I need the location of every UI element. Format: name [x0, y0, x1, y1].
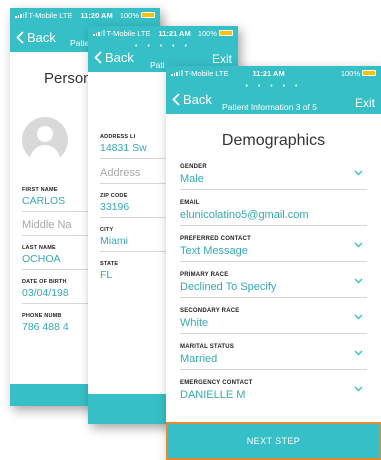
field-value: Married [180, 353, 218, 365]
signal-bars-icon [15, 12, 27, 18]
battery-status: 100% [198, 29, 233, 38]
battery-icon [362, 70, 376, 76]
section-title: Demographics [221, 132, 326, 149]
nav-title: Pati [150, 60, 165, 70]
carrier-name: T-Mobile [106, 28, 136, 38]
demographics-form: GENDER Male EMAIL elunicolatino5@gmail.com P… [166, 162, 381, 406]
back-label: Back [183, 92, 212, 107]
back-button[interactable]: Back [172, 92, 212, 107]
field-label: GENDER [180, 164, 207, 170]
gender-field[interactable]: GENDER Male [180, 162, 367, 190]
email-field[interactable]: EMAIL elunicolatino5@gmail.com [180, 198, 367, 226]
battery-icon [219, 30, 233, 36]
back-button[interactable]: Back [16, 30, 56, 45]
network-type: LTE [215, 68, 229, 78]
field-value: Text Message [180, 245, 248, 257]
battery-status: 100% [120, 11, 155, 20]
battery-percent: 100% [119, 10, 139, 20]
field-label: PREFERRED CONTACT [180, 236, 251, 242]
back-button[interactable]: Back [94, 50, 134, 65]
field-value: elunicolatino5@gmail.com [180, 209, 309, 221]
primary-race-field[interactable]: PRIMARY RACE Declined To Specify [180, 270, 367, 298]
network-type: LTE [59, 10, 73, 20]
status-time: 11:21 AM [158, 28, 191, 38]
chevron-down-icon[interactable] [354, 314, 363, 320]
next-step-button[interactable]: NEXT STEP [166, 422, 381, 460]
chevron-left-icon [94, 51, 102, 64]
carrier-info: T-Mobile LTE [171, 69, 228, 78]
field-value: Declined To Specify [180, 281, 277, 293]
preferred-contact-field[interactable]: PREFERRED CONTACT Text Message [180, 234, 367, 262]
exit-button[interactable]: Exit [212, 52, 232, 66]
user-silhouette-icon[interactable] [22, 117, 68, 163]
screen-demographics: T-Mobile LTE 11:21 AM 100% • • • • • Bac… [166, 66, 381, 460]
nav-title: Patie [70, 38, 90, 48]
battery-icon [141, 12, 155, 18]
battery-status: 100% [341, 69, 376, 78]
field-label: PRIMARY RACE [180, 272, 229, 278]
signal-bars-icon [93, 30, 105, 36]
status-bar: T-Mobile LTE 11:21 AM 100% [166, 66, 381, 80]
back-label: Back [105, 50, 134, 65]
carrier-name: T-Mobile [28, 10, 58, 20]
field-value: Male [180, 173, 204, 185]
secondary-race-field[interactable]: SECONDARY RACE White [180, 306, 367, 334]
field-value: DANIELLE M [180, 389, 246, 401]
carrier-info: T-Mobile LTE [15, 11, 72, 20]
app-screenshot-stack: T-Mobile LTE 11:20 AM 100% Back Patie Pe… [0, 0, 381, 460]
marital-status-field[interactable]: MARITAL STATUS Married [180, 342, 367, 370]
emergency-contact-field[interactable]: EMERGENCY CONTACT DANIELLE M [180, 378, 367, 406]
chevron-down-icon[interactable] [354, 278, 363, 284]
chevron-down-icon[interactable] [354, 386, 363, 392]
field-label: EMERGENCY CONTACT [180, 380, 253, 386]
status-time: 11:20 AM [80, 10, 113, 20]
field-label: EMAIL [180, 200, 200, 206]
signal-bars-icon [171, 70, 183, 76]
network-type: LTE [137, 28, 151, 38]
field-value: White [180, 317, 209, 329]
next-step-label: NEXT STEP [246, 436, 301, 446]
progress-dots: • • • • • [245, 83, 302, 90]
progress-dots: • • • • • [134, 43, 192, 50]
field-label: SECONDARY RACE [180, 308, 240, 314]
carrier-name: T-Mobile [184, 68, 214, 78]
chevron-down-icon[interactable] [354, 350, 363, 356]
chevron-down-icon[interactable] [354, 242, 363, 248]
back-label: Back [27, 30, 56, 45]
chevron-down-icon[interactable] [354, 170, 363, 176]
chevron-left-icon [172, 93, 180, 106]
exit-button[interactable]: Exit [355, 96, 375, 110]
nav-bar: • • • • • Back Patient Information 3 of … [166, 80, 381, 114]
status-time: 11:21 AM [252, 68, 285, 78]
chevron-left-icon [16, 31, 24, 44]
status-bar: T-Mobile LTE 11:21 AM 100% [88, 26, 238, 40]
carrier-info: T-Mobile LTE [93, 29, 150, 38]
field-label: MARITAL STATUS [180, 344, 235, 350]
battery-percent: 100% [340, 68, 360, 78]
nav-title: Patient Information 3 of 5 [222, 102, 317, 112]
status-bar: T-Mobile LTE 11:20 AM 100% [10, 8, 160, 22]
battery-percent: 100% [197, 28, 217, 38]
